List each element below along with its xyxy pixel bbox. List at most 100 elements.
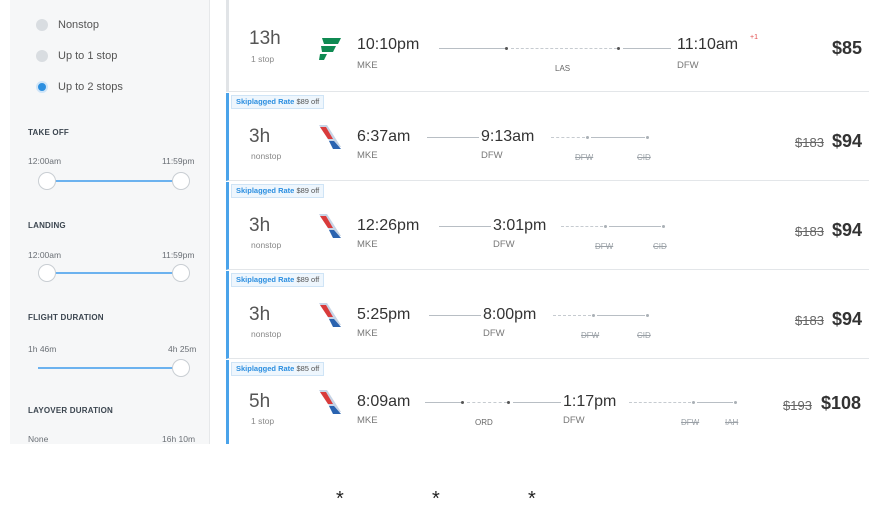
arrive-time: 11:10am xyxy=(677,36,739,53)
flight-duration: 3h xyxy=(249,215,271,236)
american-airlines-logo xyxy=(319,125,341,149)
take-off-slider-min-handle[interactable] xyxy=(38,172,56,190)
price: $94 xyxy=(832,309,863,329)
route-line xyxy=(513,402,561,403)
asterisk-divider: * xyxy=(528,488,536,506)
depart-time: 12:26pm xyxy=(357,217,420,234)
flight-result-card[interactable]: Skiplagged Rate $89 off 3h nonstop 6:37a… xyxy=(226,93,869,181)
flight-result-card[interactable]: Skiplagged Rate $85 off 5h 1 stop 8:09am… xyxy=(226,360,869,444)
stop-option-nonstop[interactable]: Nonstop xyxy=(36,16,99,34)
price: $94 xyxy=(832,131,863,151)
skiplagged-rate-badge: Skiplagged Rate $89 off xyxy=(231,273,325,287)
hidden-route-line xyxy=(629,402,691,403)
landing-max: 11:59pm xyxy=(162,250,195,260)
badge-label: Skiplagged Rate xyxy=(236,97,295,106)
landing-slider-max-handle[interactable] xyxy=(172,264,190,282)
price: $108 xyxy=(821,393,862,413)
route-line xyxy=(439,226,491,227)
filters-sidebar: Nonstop Up to 1 stop Up to 2 stops TAKE … xyxy=(10,0,210,444)
flight-result-card[interactable]: Skiplagged Rate $89 off 3h nonstop 5:25p… xyxy=(226,271,869,359)
route-line xyxy=(467,402,507,403)
badge-discount: $89 off xyxy=(296,186,320,195)
hidden-route-line xyxy=(561,226,603,227)
hidden-city-airport: CID xyxy=(653,242,667,251)
layover-duration-title: LAYOVER DURATION xyxy=(28,406,113,415)
flight-stops: nonstop xyxy=(251,329,282,339)
landing-min: 12:00am xyxy=(28,250,62,260)
hidden-route-line xyxy=(551,137,585,138)
radio-icon[interactable] xyxy=(36,19,48,31)
take-off-min: 12:00am xyxy=(28,156,62,166)
stop-option-one-stop[interactable]: Up to 1 stop xyxy=(36,47,117,65)
landing-title: LANDING xyxy=(28,221,66,230)
next-day-indicator: +1 xyxy=(750,34,758,41)
american-airlines-logo xyxy=(319,214,341,238)
stop-dot xyxy=(692,401,695,404)
flight-stops: 1 stop xyxy=(251,416,275,426)
landing-slider-min-handle[interactable] xyxy=(38,264,56,282)
arrive-airport: DFW xyxy=(481,150,503,161)
flight-results-list: 13h 1 stop 10:10pm MKE LAS 11:10am +1 DF… xyxy=(226,0,869,444)
depart-airport: MKE xyxy=(357,239,378,250)
hidden-city-airport: CID xyxy=(637,153,651,162)
flight-duration: 3h xyxy=(249,304,271,325)
stop-option-label: Up to 2 stops xyxy=(58,81,123,93)
stop-dot xyxy=(505,47,508,50)
hidden-route-line xyxy=(553,315,591,316)
arrive-time: 9:13am xyxy=(481,128,535,145)
flight-stops: nonstop xyxy=(251,240,282,250)
radio-selected-icon[interactable] xyxy=(36,81,48,93)
route-line xyxy=(623,48,671,49)
skiplagged-rate-badge: Skiplagged Rate $89 off xyxy=(231,95,325,109)
hidden-route-line xyxy=(591,137,645,138)
stop-dot xyxy=(617,47,620,50)
arrive-airport: DFW xyxy=(493,239,515,250)
flight-duration-max: 4h 25m xyxy=(168,344,197,354)
hidden-city-airport: CID xyxy=(637,331,651,340)
flight-stops: 1 stop xyxy=(251,54,275,64)
skiplagged-rate-badge: Skiplagged Rate $89 off xyxy=(231,184,325,198)
take-off-slider-max-handle[interactable] xyxy=(172,172,190,190)
american-airlines-logo xyxy=(319,303,341,327)
stop-dot xyxy=(507,401,510,404)
arrive-time: 8:00pm xyxy=(483,306,537,323)
layover-airport: ORD xyxy=(475,418,493,427)
badge-label: Skiplagged Rate xyxy=(236,364,295,373)
original-price: $183 xyxy=(795,135,824,150)
stop-dot xyxy=(646,314,649,317)
arrive-time: 1:17pm xyxy=(563,393,617,410)
hidden-route-line xyxy=(597,315,645,316)
route-line xyxy=(511,48,617,49)
stop-option-two-stops[interactable]: Up to 2 stops xyxy=(36,78,123,96)
stop-option-label: Up to 1 stop xyxy=(58,50,118,62)
flight-duration: 13h xyxy=(249,28,281,49)
badge-discount: $85 off xyxy=(296,364,320,373)
original-price: $193 xyxy=(783,398,812,413)
badge-discount: $89 off xyxy=(296,275,320,284)
take-off-slider-track[interactable] xyxy=(46,180,182,182)
hidden-city-airport: DFW xyxy=(595,242,614,251)
flight-duration: 5h xyxy=(249,391,271,412)
stop-option-label: Nonstop xyxy=(58,19,99,31)
skiplagged-rate-badge: Skiplagged Rate $85 off xyxy=(231,362,325,376)
depart-airport: MKE xyxy=(357,415,378,426)
hidden-city-airport: DFW xyxy=(575,153,594,162)
flight-result-card[interactable]: Skiplagged Rate $89 off 3h nonstop 12:26… xyxy=(226,182,869,270)
landing-slider-track[interactable] xyxy=(46,272,182,274)
arrive-airport: DFW xyxy=(483,328,505,339)
flight-stops: nonstop xyxy=(251,151,282,161)
badge-discount: $89 off xyxy=(296,97,320,106)
stop-dot xyxy=(586,136,589,139)
original-price: $183 xyxy=(795,224,824,239)
depart-airport: MKE xyxy=(357,150,378,161)
original-price: $183 xyxy=(795,313,824,328)
stop-dot xyxy=(592,314,595,317)
badge-label: Skiplagged Rate xyxy=(236,275,295,284)
radio-icon[interactable] xyxy=(36,50,48,62)
flight-duration-slider-handle[interactable] xyxy=(172,359,190,377)
stop-dot xyxy=(604,225,607,228)
asterisk-divider: * xyxy=(432,488,440,506)
price: $85 xyxy=(832,38,863,58)
flight-result-card[interactable]: 13h 1 stop 10:10pm MKE LAS 11:10am +1 DF… xyxy=(226,0,869,92)
flight-duration-slider-track[interactable] xyxy=(38,367,182,369)
